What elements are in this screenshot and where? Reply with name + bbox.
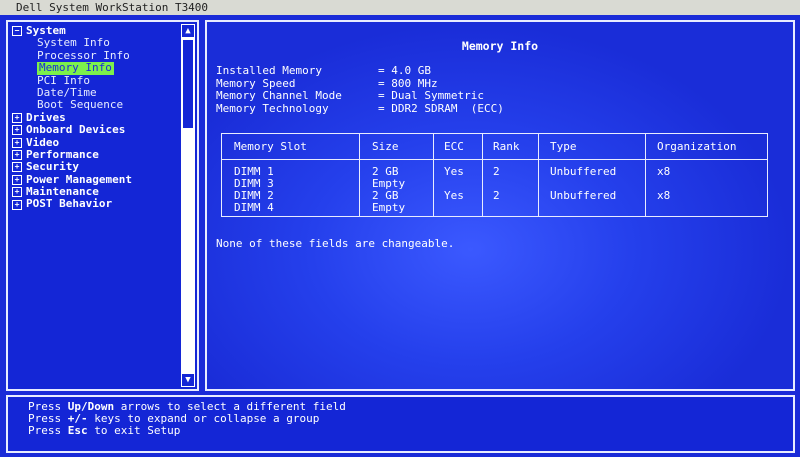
table-header: Type [550,140,577,153]
info-row-memory-technology: Memory Technology = DDR2 SDRAM (ECC) [216,101,504,116]
navigation-tree: − System System Info Processor Info Memory I… [12,24,180,211]
table-cell-slot: DIMM 4 [234,201,274,214]
table-cell-size: Empty [372,201,406,214]
help-text: Press Up/Down arrows to select a differe… [28,401,346,437]
table-cell-rank: 2 [493,165,500,178]
tree-item-label: Memory Info [37,61,114,75]
table-header: Memory Slot [234,140,307,153]
expand-icon[interactable]: + [12,187,22,198]
tree-item-label: Onboard Devices [26,123,126,137]
expand-icon[interactable]: + [12,150,22,161]
table-header-row: Memory Slot Size ECC Rank Type Organizat… [222,134,767,160]
help-key: Esc [67,424,88,437]
scroll-up-arrow-icon[interactable]: ▲ [182,25,194,37]
tree-item-post-behavior[interactable]: + POST Behavior [12,198,180,210]
table-cell-type: Unbuffered [550,189,617,202]
expand-icon[interactable]: + [12,125,22,136]
info-key: Memory Channel Mode [216,89,342,102]
table-cell-ecc: Yes [444,165,464,178]
panel-title: Memory Info [461,39,539,53]
info-row-installed-memory: Installed Memory = 4.0 GB [216,64,504,78]
memory-summary: Installed Memory = 4.0 GB Memory Speed = 8… [216,64,504,116]
read-only-note: None of these fields are changeable. [216,237,455,250]
tree-item-label: Boot Sequence [37,98,124,112]
tree-item-boot-sequence[interactable]: Boot Sequence [12,98,180,112]
help-text-part: Press [28,424,68,437]
help-text-part: to exit Setup [87,424,181,437]
table-header: Rank [493,140,520,153]
tree-item-label: Security [26,160,79,174]
tree-item-onboard-devices[interactable]: + Onboard Devices [12,123,180,137]
table-cell-rank: 2 [493,189,500,202]
info-value: = Dual Symmetric [378,89,484,102]
tree-item-label: POST Behavior [26,197,113,211]
info-value: = DDR2 SDRAM (ECC) [378,101,504,115]
table-header: ECC [444,140,464,153]
help-line: Press Esc to exit Setup [28,425,346,437]
navigation-tree-panel: − System System Info Processor Info Memory I… [6,20,199,391]
table-cell-type: Unbuffered [550,165,617,178]
tree-item-system-info[interactable]: System Info [12,36,180,50]
tree-scrollbar[interactable]: ▲ ▼ [181,24,195,387]
help-panel: Press Up/Down arrows to select a differe… [6,395,795,453]
tree-item-memory-info[interactable]: Memory Info [12,61,180,75]
table-cell-org: x8 [657,189,671,202]
info-value: = 800 MHz [378,76,438,90]
table-header: Size [372,140,399,153]
info-value: = 4.0 GB [378,64,431,77]
scroll-down-arrow-icon[interactable]: ▼ [182,374,194,386]
tree-item-security[interactable]: + Security [12,160,180,174]
collapse-icon[interactable]: − [12,26,22,37]
info-key: Memory Technology [216,101,329,115]
memory-slot-table: Memory Slot Size ECC Rank Type Organizat… [221,133,768,217]
table-header: Organization [657,140,737,153]
info-key: Installed Memory [216,64,322,77]
expand-icon[interactable]: + [12,174,22,185]
scrollbar-thumb[interactable] [183,40,193,128]
table-cell-ecc: Yes [444,189,464,202]
expand-icon[interactable]: + [12,112,22,123]
expand-icon[interactable]: + [12,162,22,173]
expand-icon[interactable]: + [12,137,22,148]
expand-icon[interactable]: + [12,199,22,210]
table-cell-org: x8 [657,165,671,178]
window-title: Dell System WorkStation T3400 [0,0,800,15]
memory-info-panel: Memory Info Installed Memory = 4.0 GB Mem… [205,20,795,391]
tree-item-label: System Info [37,36,110,50]
